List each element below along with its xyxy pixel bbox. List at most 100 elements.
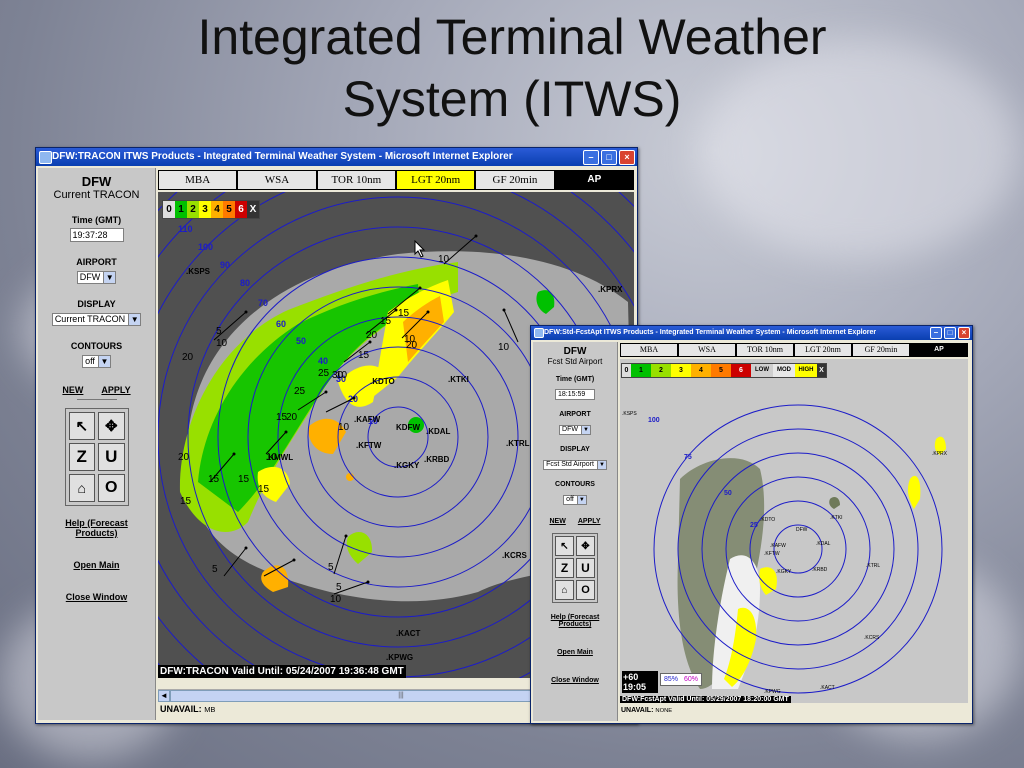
cell-value-label: 10 xyxy=(266,452,278,463)
time-input[interactable]: 18:15:59 xyxy=(555,389,595,400)
legend-level-x[interactable]: X xyxy=(817,364,826,377)
airport-select[interactable]: DFW ▼ xyxy=(559,424,591,435)
chevron-down-icon[interactable]: ▼ xyxy=(580,425,590,434)
legend-level-5[interactable]: 5 xyxy=(223,201,235,218)
zoom-in-icon[interactable]: Z xyxy=(68,443,95,471)
forecast-level-legend: 0 1 2 3 4 5 6 LOW MOD HIGH X xyxy=(621,363,827,378)
legend-level-2[interactable]: 2 xyxy=(651,364,671,377)
apply-link[interactable]: APPLY xyxy=(578,518,601,525)
display-select[interactable]: Fcst Std Airport ▼ xyxy=(543,459,607,470)
cell-value-label: 20 xyxy=(182,352,194,363)
forecast-unavail: UNAVAIL: NONE xyxy=(621,707,672,714)
legend-high[interactable]: HIGH xyxy=(795,364,817,377)
close-window-link[interactable]: Close Window xyxy=(66,592,127,602)
cell-value-label: 30 xyxy=(332,370,344,381)
legend-level-6[interactable]: 6 xyxy=(235,201,247,218)
tracon-window-titlebar[interactable]: DFW:TRACON ITWS Products - Integrated Te… xyxy=(36,148,637,166)
close-window-link[interactable]: Close Window xyxy=(551,677,599,684)
tab-tor[interactable]: TOR 10nm xyxy=(316,170,396,190)
precip-level-legend: 0 1 2 3 4 5 6 X xyxy=(162,200,260,219)
tab-gf[interactable]: GF 20min xyxy=(475,170,555,190)
help-forecast-link[interactable]: Help (Forecast Products) xyxy=(57,518,137,538)
new-link[interactable]: NEW xyxy=(62,385,83,395)
contours-select[interactable]: off ▼ xyxy=(563,494,587,505)
zoom-in-icon[interactable]: Z xyxy=(555,558,574,578)
tab-ap[interactable]: AP xyxy=(910,343,968,357)
storm-motion-arrowhead xyxy=(368,340,372,344)
legend-level-4[interactable]: 4 xyxy=(691,364,711,377)
home-icon[interactable]: ⌂ xyxy=(68,474,95,502)
legend-level-3[interactable]: 3 xyxy=(671,364,691,377)
legend-level-5[interactable]: 5 xyxy=(711,364,731,377)
ring-label-40: 40 xyxy=(318,356,328,366)
ring-label-75: 75 xyxy=(684,454,692,461)
legend-level-3[interactable]: 3 xyxy=(199,201,211,218)
station-label: .KDAL xyxy=(426,427,451,436)
airport-select[interactable]: DFW ▼ xyxy=(76,270,117,284)
close-button[interactable]: × xyxy=(958,327,970,339)
contours-select[interactable]: off ▼ xyxy=(82,354,111,368)
chevron-down-icon[interactable]: ▼ xyxy=(576,495,586,504)
ring-label-110: 110 xyxy=(178,224,193,234)
pointer-icon[interactable]: ↖ xyxy=(555,536,574,556)
tab-mba[interactable]: MBA xyxy=(158,170,238,190)
forecast-radar-map[interactable]: 100 75 50 25 .KSPS .KPRX .KTKI .KDTO .KAFW .KDAL.… xyxy=(620,359,968,703)
station-label: .KSPS xyxy=(186,267,211,276)
circle-icon[interactable]: O xyxy=(576,580,595,600)
slide-title-line2: System (ITWS) xyxy=(342,71,682,127)
legend-level-2[interactable]: 2 xyxy=(187,201,199,218)
chevron-down-icon[interactable]: ▼ xyxy=(97,355,110,367)
legend-level-1[interactable]: 1 xyxy=(631,364,651,377)
new-link[interactable]: NEW xyxy=(549,518,565,525)
open-main-link[interactable]: Open Main xyxy=(73,560,119,570)
station-label: .KDTO xyxy=(370,377,395,386)
pan-icon[interactable]: ✥ xyxy=(576,536,595,556)
chevron-down-icon[interactable]: ▼ xyxy=(128,313,141,325)
display-select[interactable]: Current TRACON ▼ xyxy=(51,312,142,326)
legend-mod[interactable]: MOD xyxy=(773,364,795,377)
maximize-button[interactable]: □ xyxy=(601,150,617,165)
home-icon[interactable]: ⌂ xyxy=(555,580,574,600)
pointer-icon[interactable]: ↖ xyxy=(68,412,95,440)
time-input[interactable]: 19:37:28 xyxy=(69,228,124,242)
tab-tor[interactable]: TOR 10nm xyxy=(736,343,794,357)
display-subtitle: Current TRACON xyxy=(53,189,140,201)
ie-icon xyxy=(534,328,544,338)
tab-lgt[interactable]: LGT 20nm xyxy=(794,343,852,357)
maximize-button[interactable]: □ xyxy=(944,327,956,339)
close-button[interactable]: × xyxy=(619,150,635,165)
undo-icon[interactable]: U xyxy=(98,443,125,471)
open-main-link[interactable]: Open Main xyxy=(557,649,593,656)
chevron-down-icon[interactable]: ▼ xyxy=(596,460,606,469)
forecast-window-titlebar[interactable]: DFW:Std-FcstApt ITWS Products - Integrat… xyxy=(531,326,972,340)
legend-level-4[interactable]: 4 xyxy=(211,201,223,218)
legend-level-x[interactable]: X xyxy=(247,201,259,218)
pan-icon[interactable]: ✥ xyxy=(98,412,125,440)
tab-wsa[interactable]: WSA xyxy=(237,170,317,190)
cell-value-label: 20 xyxy=(286,412,298,423)
legend-level-0[interactable]: 0 xyxy=(622,364,631,377)
forecast-radar-svg: 100 75 50 25 .KSPS .KPRX .KTKI .KDTO .KAFW .KDAL.… xyxy=(622,404,948,695)
circle-icon[interactable]: O xyxy=(98,474,125,502)
legend-level-1[interactable]: 1 xyxy=(175,201,187,218)
legend-low[interactable]: LOW xyxy=(751,364,773,377)
chevron-down-icon[interactable]: ▼ xyxy=(103,271,116,283)
scroll-left-button[interactable]: ◄ xyxy=(158,690,170,702)
display-select-value: Current TRACON xyxy=(54,314,126,324)
undo-icon[interactable]: U xyxy=(576,558,595,578)
legend-level-6[interactable]: 6 xyxy=(731,364,751,377)
tab-ap[interactable]: AP xyxy=(554,170,634,190)
storm-motion-arrowhead xyxy=(352,396,356,400)
tab-wsa[interactable]: WSA xyxy=(678,343,736,357)
apply-link[interactable]: APPLY xyxy=(101,385,130,395)
tab-mba[interactable]: MBA xyxy=(620,343,678,357)
cell-value-label: 10 xyxy=(338,422,350,433)
tab-lgt[interactable]: LGT 20nm xyxy=(395,170,476,190)
minimize-button[interactable]: – xyxy=(583,150,599,165)
tab-gf[interactable]: GF 20min xyxy=(852,343,910,357)
legend-level-0[interactable]: 0 xyxy=(163,201,175,218)
forecast-area-small xyxy=(829,497,840,509)
minimize-button[interactable]: – xyxy=(930,327,942,339)
help-forecast-link[interactable]: Help (Forecast Products) xyxy=(545,614,605,628)
storm-motion-arrowhead xyxy=(426,310,430,314)
